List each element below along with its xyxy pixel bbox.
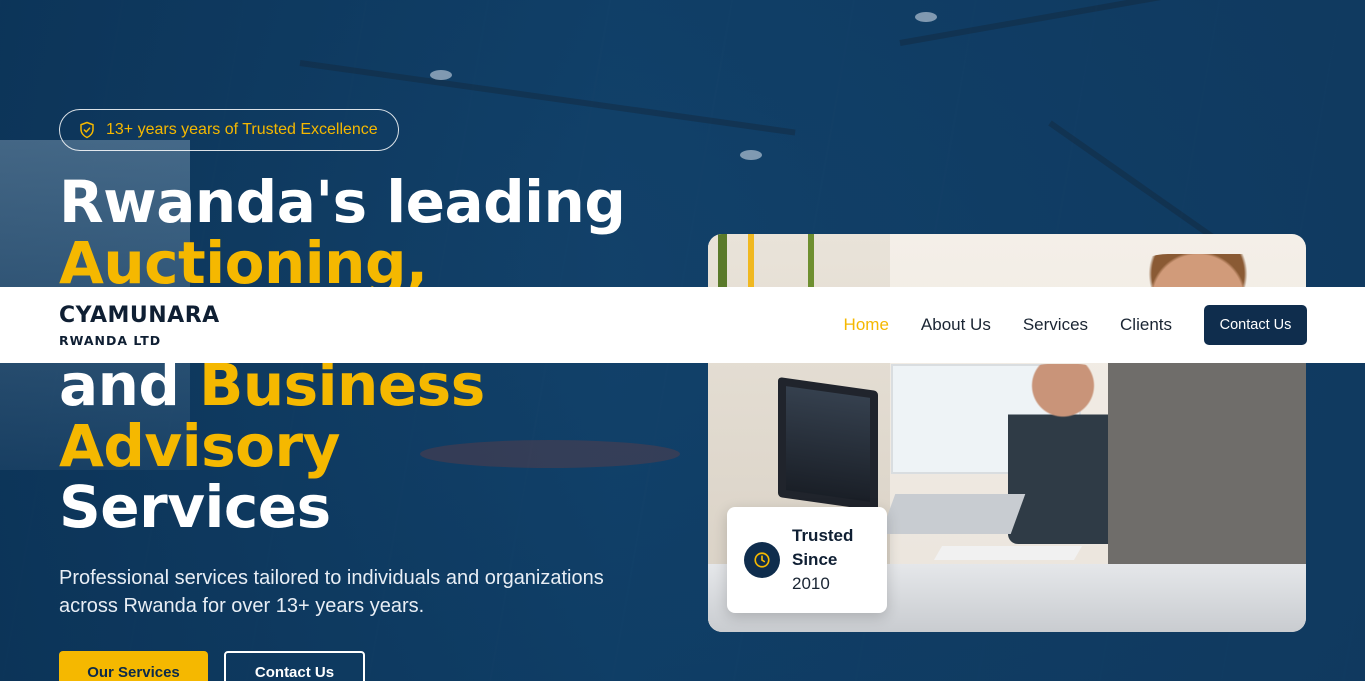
nav-contact-button[interactable]: Contact Us [1204, 305, 1307, 345]
logo-name: CYAMUNARA [59, 303, 220, 328]
photo-monitor [778, 376, 878, 512]
photo-laptop [880, 494, 1026, 534]
button-label: Contact Us [254, 663, 335, 681]
clock-icon-wrapper [744, 542, 780, 578]
headline-line: and Business [59, 355, 699, 416]
headline-accent: Advisory [59, 412, 340, 480]
nav-link-services[interactable]: Services [1023, 315, 1088, 335]
logo[interactable]: CYAMUNARA RWANDA LTD [59, 303, 220, 348]
ceiling-light [915, 12, 937, 22]
ceiling-light [740, 150, 762, 160]
hero-contact-button[interactable]: Contact Us [224, 651, 365, 681]
trusted-text: Trusted Since 2010 [792, 524, 887, 596]
ceiling-light [430, 70, 452, 80]
headline-accent: Auctioning, [59, 229, 428, 297]
background-beam [899, 0, 1354, 46]
headline-line: Rwanda's leading [59, 168, 626, 236]
nav-link-home[interactable]: Home [844, 315, 889, 335]
nav-link-clients[interactable]: Clients [1120, 315, 1172, 335]
shield-check-icon [80, 121, 94, 139]
trusted-year: 2010 [792, 574, 830, 593]
photo-keyboard [933, 546, 1083, 560]
hero-subtitle: Professional services tailored to indivi… [59, 567, 604, 617]
logo-subtitle: RWANDA LTD [59, 333, 162, 348]
main-navbar: CYAMUNARA RWANDA LTD Home About Us Servi… [0, 287, 1365, 363]
headline-line: Services [59, 473, 331, 541]
experience-badge: 13+ years years of Trusted Excellence [59, 109, 399, 151]
our-services-button[interactable]: Our Services [59, 651, 208, 681]
nav-link-about[interactable]: About Us [921, 315, 991, 335]
button-label: Our Services [87, 663, 180, 681]
trusted-title: Trusted Since [792, 526, 854, 569]
badge-text: 13+ years years of Trusted Excellence [106, 121, 378, 138]
photo-person [1008, 364, 1118, 544]
trusted-since-card: Trusted Since 2010 [727, 507, 887, 613]
nav-links: Home About Us Services Clients [844, 287, 1172, 363]
clock-icon [754, 552, 770, 568]
